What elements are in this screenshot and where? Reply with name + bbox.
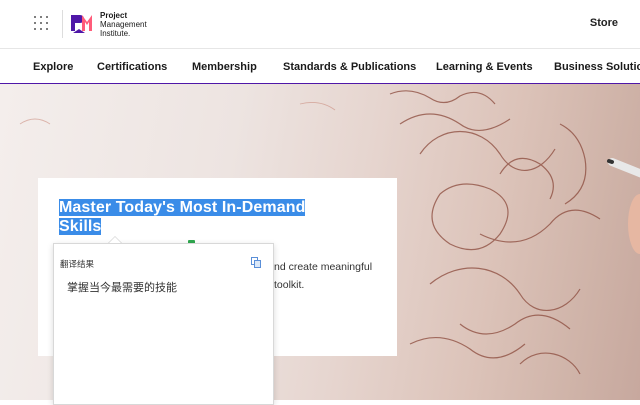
logo-text: Project Management Institute. [100,11,147,38]
logo-line1: Project [100,10,128,20]
pmi-logo-mark-icon [71,15,92,33]
hero-desc-line1: nd create meaningful [274,261,373,273]
translation-popup: 翻译结果 掌握当今最需要的技能 [53,243,274,405]
pmi-logo[interactable]: Project Management Institute. [70,9,147,39]
nav-standards-publications[interactable]: Standards & Publications [283,61,416,73]
hero-description: nd create meaningful toolkit. [274,258,394,294]
hero-title-line1: Master Today's Most In-Demand [59,199,306,216]
main-nav: Explore Certifications Membership Standa… [0,48,640,85]
nav-learning-events[interactable]: Learning & Events [436,61,533,73]
logo-line3: Institute. [100,28,131,38]
header-divider [62,10,63,38]
popup-arrow-inner [109,237,121,243]
app-grid-icon[interactable] [34,16,48,30]
nav-business-solutions[interactable]: Business Solutions [554,61,640,73]
hero-title: Master Today's Most In-Demand Skills [59,198,359,236]
nav-certifications[interactable]: Certifications [97,61,167,73]
hero-desc-line2: toolkit. [274,279,305,291]
logo-line2: Management [100,19,147,29]
nav-explore[interactable]: Explore [33,61,73,73]
copy-icon[interactable] [251,257,261,268]
top-header: Project Management Institute. Store [0,0,640,48]
translation-result: 掌握当今最需要的技能 [67,282,177,294]
store-link[interactable]: Store [590,17,618,29]
nav-membership[interactable]: Membership [192,61,257,73]
hero-title-line2: Skills [59,218,102,235]
translation-label: 翻译结果 [60,259,95,269]
